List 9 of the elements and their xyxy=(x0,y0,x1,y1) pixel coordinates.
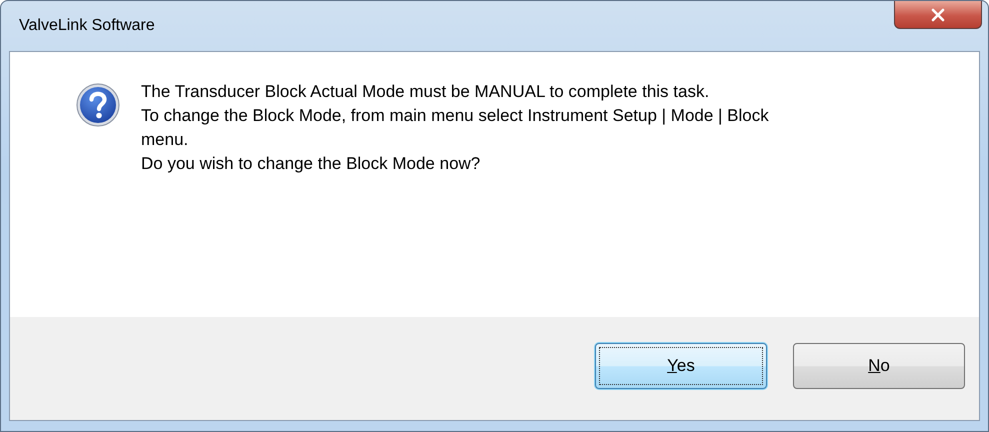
window-title: ValveLink Software xyxy=(18,17,155,35)
yes-button[interactable]: Yes xyxy=(595,343,767,389)
question-icon xyxy=(76,83,120,127)
no-button[interactable]: No xyxy=(793,343,965,389)
close-button[interactable] xyxy=(894,1,982,29)
message-text: The Transducer Block Actual Mode must be MANUAL to complete this task. xyxy=(141,81,710,103)
message-text: Do you wish to change the Block Mode now? xyxy=(141,153,482,175)
message-text: To change the Block Mode, from main menu select Instrument Setup | Mode | Block menu. xyxy=(141,105,770,151)
close-icon xyxy=(930,8,946,22)
